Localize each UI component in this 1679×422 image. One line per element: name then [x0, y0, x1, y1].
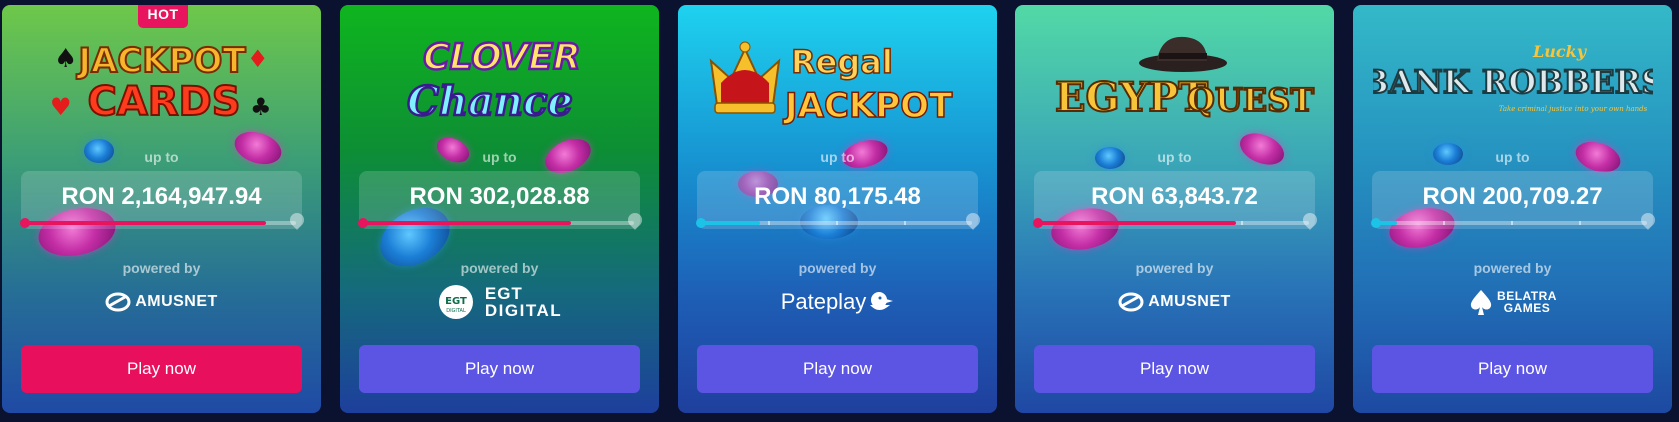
powered-by-label: powered by — [1135, 260, 1214, 276]
amusnet-icon — [105, 292, 131, 312]
play-now-button[interactable]: Play now — [1372, 345, 1653, 393]
powered-by-label: powered by — [460, 260, 539, 276]
play-now-button[interactable]: Play now — [359, 345, 640, 393]
svg-text:DIGITAL: DIGITAL — [446, 308, 466, 314]
jackpot-card-bank-robbers[interactable]: Lucky BANK ROBBERS Take criminal justice… — [1353, 5, 1672, 413]
provider-name-line-2: GAMES — [1503, 301, 1551, 315]
up-to-label: up to — [1495, 149, 1530, 165]
jackpot-amount: RON 200,709.27 — [1422, 183, 1603, 210]
up-to-label: up to — [482, 149, 517, 165]
crown-icon — [709, 41, 780, 114]
powered-by-label: powered by — [122, 260, 201, 276]
provider-name-line-1: EGT — [484, 284, 523, 303]
game-logo-line-1: JACKPOT — [76, 41, 246, 81]
jackpot-cards-row: HOT ♠ ♦ ♥ ♣ JACKPOT CARDS up to RON 2,16… — [0, 0, 1679, 422]
play-now-button[interactable]: Play now — [697, 345, 978, 393]
provider-logo-belatra: BELATRA GAMES — [1353, 283, 1672, 321]
provider-logo-amusnet: AMUSNET — [1015, 283, 1334, 321]
play-now-button[interactable]: Play now — [21, 345, 302, 393]
svg-text:♦: ♦ — [247, 45, 269, 73]
game-logo-line-1: Regal — [791, 43, 893, 81]
progress-start-dot — [696, 218, 706, 228]
game-logo-regal-jackpot: Regal JACKPOT — [678, 27, 997, 127]
amusnet-icon — [1118, 292, 1144, 312]
powered-by-label: powered by — [1473, 260, 1552, 276]
egt-digital-icon: EGT DIGITAL — [438, 285, 473, 319]
game-logo-line-2: Chance — [407, 78, 573, 125]
provider-name: AMUSNET — [135, 293, 218, 310]
game-logo-line-1: CLOVER — [423, 37, 581, 78]
up-to-label: up to — [144, 149, 179, 165]
svg-text:♠: ♠ — [54, 44, 77, 74]
svg-text:♥: ♥ — [50, 93, 72, 121]
progress-fill — [1037, 221, 1236, 225]
progress-fill — [362, 221, 572, 225]
progress-fill — [24, 221, 267, 225]
jackpot-amount: RON 63,843.72 — [1091, 183, 1258, 210]
game-logo-line-2: CARDS — [87, 79, 240, 125]
jackpot-progress-bar — [20, 210, 307, 230]
progress-start-dot — [20, 218, 30, 228]
up-to-label: up to — [820, 149, 855, 165]
provider-logo-amusnet: AMUSNET — [2, 283, 321, 321]
game-logo-line-2: JACKPOT — [783, 86, 953, 126]
jackpot-amount: RON 2,164,947.94 — [61, 183, 262, 210]
game-logo-jackpot-cards: ♠ ♦ ♥ ♣ JACKPOT CARDS — [2, 27, 321, 127]
progress-start-dot — [1033, 218, 1043, 228]
jackpot-amount: RON 80,175.48 — [754, 183, 921, 210]
jackpot-progress-bar — [1371, 210, 1658, 230]
jackpot-card-egypt-quest[interactable]: EGYPT QUEST up to RON 63,843.72 powered … — [1015, 5, 1334, 413]
game-logo-clover-chance: CLOVER Chance — [340, 27, 659, 127]
provider-logo-egt-digital: EGT DIGITAL EGT DIGITAL — [340, 283, 659, 321]
play-now-button[interactable]: Play now — [1034, 345, 1315, 393]
jackpot-card-regal-jackpot[interactable]: Regal JACKPOT up to RON 80,175.48 powere… — [678, 5, 997, 413]
powered-by-label: powered by — [798, 260, 877, 276]
svg-text:♣: ♣ — [250, 93, 272, 121]
svg-text:EGT: EGT — [445, 296, 467, 307]
game-logo-line-2: BANK ROBBERS — [1373, 63, 1653, 101]
belatra-spade-icon — [1470, 290, 1492, 315]
provider-name-line-2: DIGITAL — [484, 301, 563, 320]
jackpot-amount: RON 302,028.88 — [409, 183, 590, 210]
game-logo-egypt-quest: EGYPT QUEST — [1015, 27, 1334, 127]
provider-name: AMUSNET — [1148, 293, 1231, 310]
up-to-label: up to — [1157, 149, 1192, 165]
progress-fill — [700, 221, 760, 225]
jackpot-progress-bar — [696, 210, 983, 230]
game-logo-lucky-bank-robbers: Lucky BANK ROBBERS Take criminal justice… — [1353, 27, 1672, 127]
game-logo-line-2: QUEST — [1187, 81, 1314, 119]
jackpot-progress-bar — [358, 210, 645, 230]
hot-badge: HOT — [138, 5, 188, 28]
game-logo-tagline: Take criminal justice into your own hand… — [1498, 105, 1647, 113]
hat-icon — [1138, 36, 1227, 72]
game-logo-line-1: EGYPT — [1055, 74, 1208, 121]
jackpot-card-clover-chance[interactable]: CLOVER Chance up to RON 302,028.88 power… — [340, 5, 659, 413]
progress-start-dot — [1371, 218, 1381, 228]
jackpot-card-jackpot-cards[interactable]: HOT ♠ ♦ ♥ ♣ JACKPOT CARDS up to RON 2,16… — [2, 5, 321, 413]
duck-icon — [870, 292, 894, 310]
jackpot-progress-bar — [1033, 210, 1320, 230]
progress-start-dot — [358, 218, 368, 228]
provider-name: Pateplay — [780, 289, 867, 314]
game-logo-line-1: Lucky — [1532, 42, 1588, 61]
provider-logo-pateplay: Pateplay — [678, 283, 997, 321]
